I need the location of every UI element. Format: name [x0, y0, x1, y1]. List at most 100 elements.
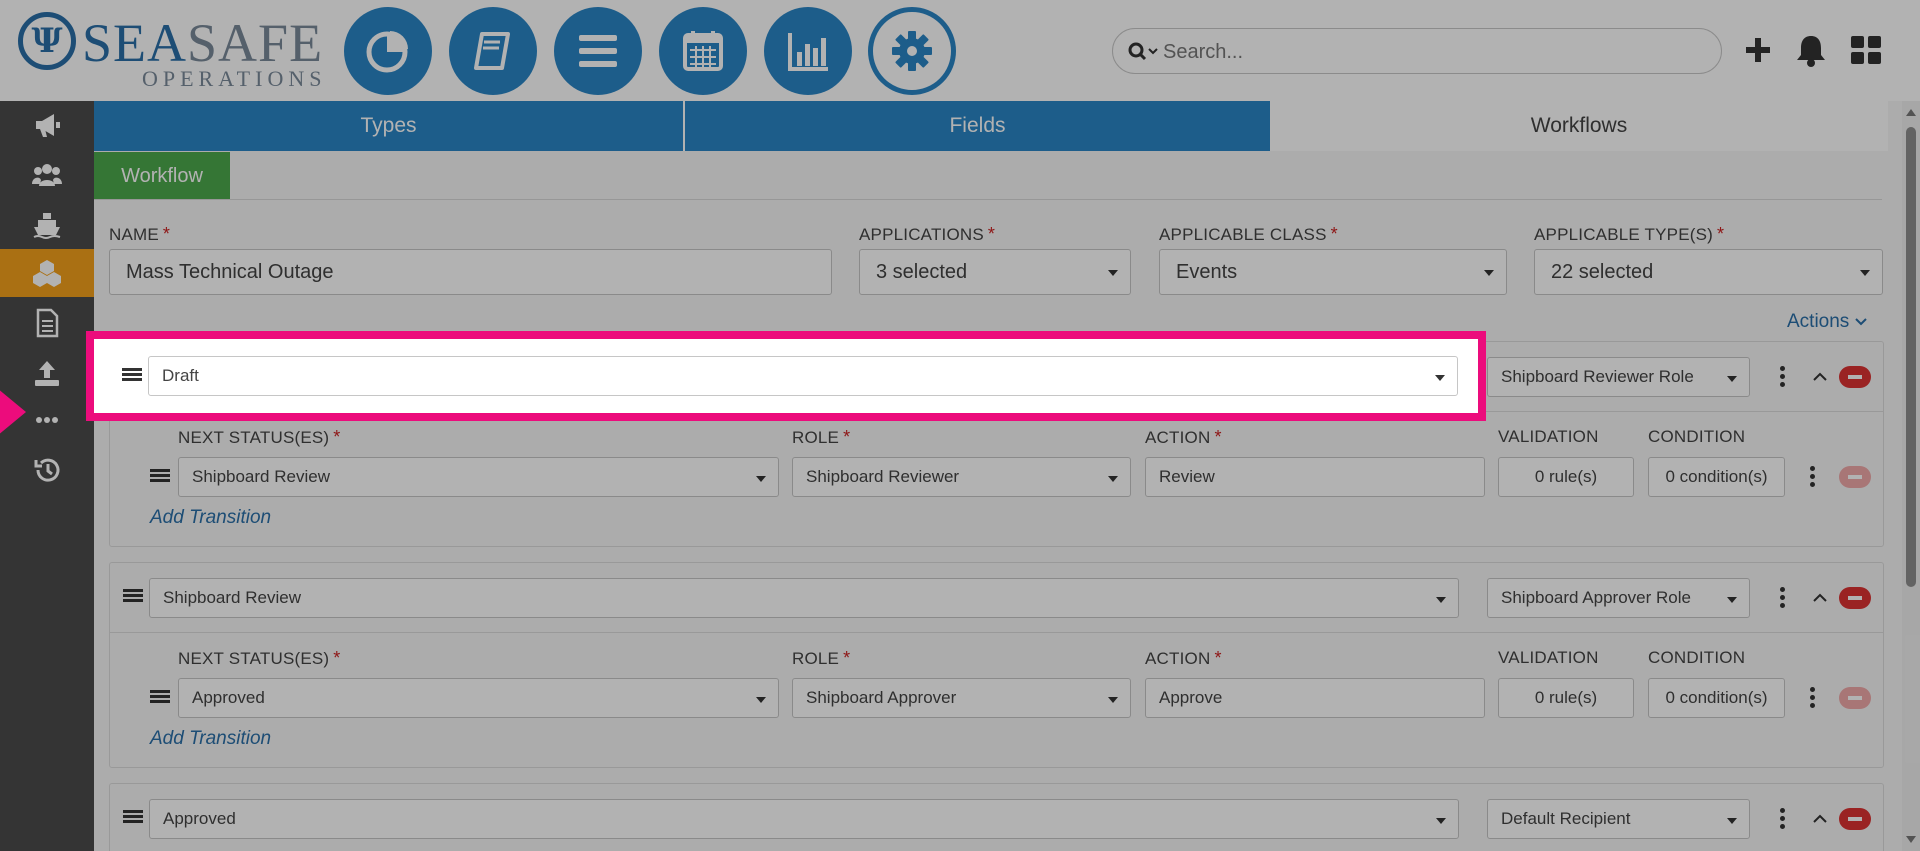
kebab-menu-icon[interactable] [1810, 466, 1816, 488]
caret-down-icon [1436, 818, 1446, 824]
cubes-icon [33, 260, 61, 287]
gear-icon [892, 31, 932, 71]
seasafe-logo[interactable]: SEASAFE OPERATIONS [18, 10, 322, 90]
caret-down-icon [1436, 597, 1446, 603]
chevron-up-icon[interactable] [1813, 593, 1827, 603]
applications-select[interactable]: 3 selected [859, 249, 1131, 295]
condition-button[interactable]: 0 condition(s) [1648, 457, 1785, 497]
subtab-workflow[interactable]: Workflow [94, 152, 230, 200]
role-select[interactable]: Shipboard Reviewer [792, 457, 1131, 497]
tab-workflows[interactable]: Workflows [1270, 101, 1888, 151]
main-content: Types Fields Workflows Workflow NAME * Ma… [94, 101, 1902, 851]
actions-dropdown[interactable]: Actions [1787, 311, 1867, 333]
role-label: ROLE * [792, 427, 851, 447]
chevron-up-icon[interactable] [1813, 372, 1827, 382]
add-transition-link[interactable]: Add Transition [150, 728, 271, 750]
nav-list-button[interactable] [554, 7, 642, 95]
role-group-select[interactable]: Default Recipient [1487, 799, 1750, 839]
sidebar-item-history[interactable] [0, 446, 94, 494]
role-group-select[interactable]: Shipboard Reviewer Role [1487, 357, 1750, 397]
kebab-menu-icon[interactable] [1810, 687, 1816, 709]
drag-handle-icon[interactable] [123, 589, 143, 607]
role-group-select[interactable]: Shipboard Approver Role [1487, 578, 1750, 618]
name-input[interactable]: Mass Technical Outage [109, 249, 832, 295]
applicable-types-select[interactable]: 22 selected [1534, 249, 1883, 295]
caret-down-icon [1108, 270, 1118, 276]
applicable-class-label: APPLICABLE CLASS * [1159, 224, 1338, 244]
search-icon[interactable] [1127, 40, 1163, 64]
remove-transition-button[interactable] [1839, 466, 1871, 488]
applications-label: APPLICATIONS * [859, 224, 996, 244]
sidebar-item-users[interactable] [0, 151, 94, 199]
nav-reports-button[interactable] [764, 7, 852, 95]
kebab-menu-icon[interactable] [1780, 808, 1786, 830]
drag-handle-icon[interactable] [150, 690, 170, 708]
drag-handle-icon[interactable] [123, 810, 143, 828]
logo-sea: SEA [82, 13, 188, 73]
chevron-up-icon[interactable] [1813, 814, 1827, 824]
nav-calendar-button[interactable] [659, 7, 747, 95]
caret-down-icon [756, 476, 766, 482]
kebab-menu-icon[interactable] [1780, 366, 1786, 388]
caret-down-icon [1860, 270, 1870, 276]
role-select[interactable]: Shipboard Approver [792, 678, 1131, 718]
caret-down-icon [1727, 376, 1737, 382]
sidebar [0, 101, 94, 851]
validation-button[interactable]: 0 rule(s) [1498, 457, 1634, 497]
sidebar-item-documents[interactable] [0, 299, 94, 347]
grid-icon[interactable] [1848, 32, 1884, 68]
condition-label: CONDITION [1648, 648, 1746, 667]
plus-icon[interactable] [1740, 32, 1776, 68]
page-scrollbar[interactable] [1902, 101, 1920, 851]
next-status-select[interactable]: Shipboard Review [178, 457, 779, 497]
search-input[interactable] [1163, 37, 1703, 67]
nav-dashboard-button[interactable] [344, 7, 432, 95]
scrollbar-thumb[interactable] [1906, 127, 1916, 587]
drag-handle-icon[interactable] [122, 368, 142, 386]
tab-fields[interactable]: Fields [685, 101, 1270, 151]
chevron-down-icon [1854, 318, 1867, 326]
validation-button[interactable]: 0 rule(s) [1498, 678, 1634, 718]
next-status-label: NEXT STATUS(ES) * [178, 648, 341, 668]
caret-down-icon [1435, 375, 1445, 381]
search-bar[interactable] [1112, 28, 1722, 74]
condition-button[interactable]: 0 condition(s) [1648, 678, 1785, 718]
name-label: NAME * [109, 224, 171, 244]
users-icon [32, 164, 62, 186]
scroll-up-icon[interactable] [1906, 109, 1916, 116]
sidebar-item-vessels[interactable] [0, 201, 94, 249]
remove-status-button[interactable] [1839, 808, 1871, 830]
applicable-class-select[interactable]: Events [1159, 249, 1507, 295]
scroll-down-icon[interactable] [1906, 836, 1916, 843]
sidebar-item-upload[interactable] [0, 349, 94, 397]
logo-safe: SAFE [187, 13, 324, 73]
kebab-menu-icon[interactable] [1780, 587, 1786, 609]
list-icon [579, 35, 617, 67]
next-status-select[interactable]: Approved [178, 678, 779, 718]
ship-icon [33, 213, 61, 239]
tab-bar: Types Fields Workflows [94, 101, 1888, 151]
validation-label: VALIDATION [1498, 648, 1599, 667]
caret-down-icon [1484, 270, 1494, 276]
nav-logbook-button[interactable] [449, 7, 537, 95]
status-panel-approved: Approved Default Recipient [109, 783, 1884, 851]
bell-icon[interactable] [1793, 32, 1829, 68]
drag-handle-icon[interactable] [150, 469, 170, 487]
action-input[interactable]: Review [1145, 457, 1485, 497]
sidebar-item-configuration[interactable] [0, 249, 94, 297]
validation-label: VALIDATION [1498, 427, 1599, 446]
remove-transition-button[interactable] [1839, 687, 1871, 709]
condition-label: CONDITION [1648, 427, 1746, 446]
status-select-draft[interactable]: Draft [148, 356, 1458, 396]
caret-down-icon [1727, 597, 1737, 603]
tab-types[interactable]: Types [94, 101, 683, 151]
action-input[interactable]: Approve [1145, 678, 1485, 718]
remove-status-button[interactable] [1839, 587, 1871, 609]
megaphone-icon [36, 114, 60, 137]
status-select[interactable]: Shipboard Review [149, 578, 1459, 618]
nav-settings-button[interactable] [868, 7, 956, 95]
remove-status-button[interactable] [1839, 366, 1871, 388]
add-transition-link[interactable]: Add Transition [150, 507, 271, 529]
status-select[interactable]: Approved [149, 799, 1459, 839]
sidebar-item-announcements[interactable] [0, 101, 94, 149]
